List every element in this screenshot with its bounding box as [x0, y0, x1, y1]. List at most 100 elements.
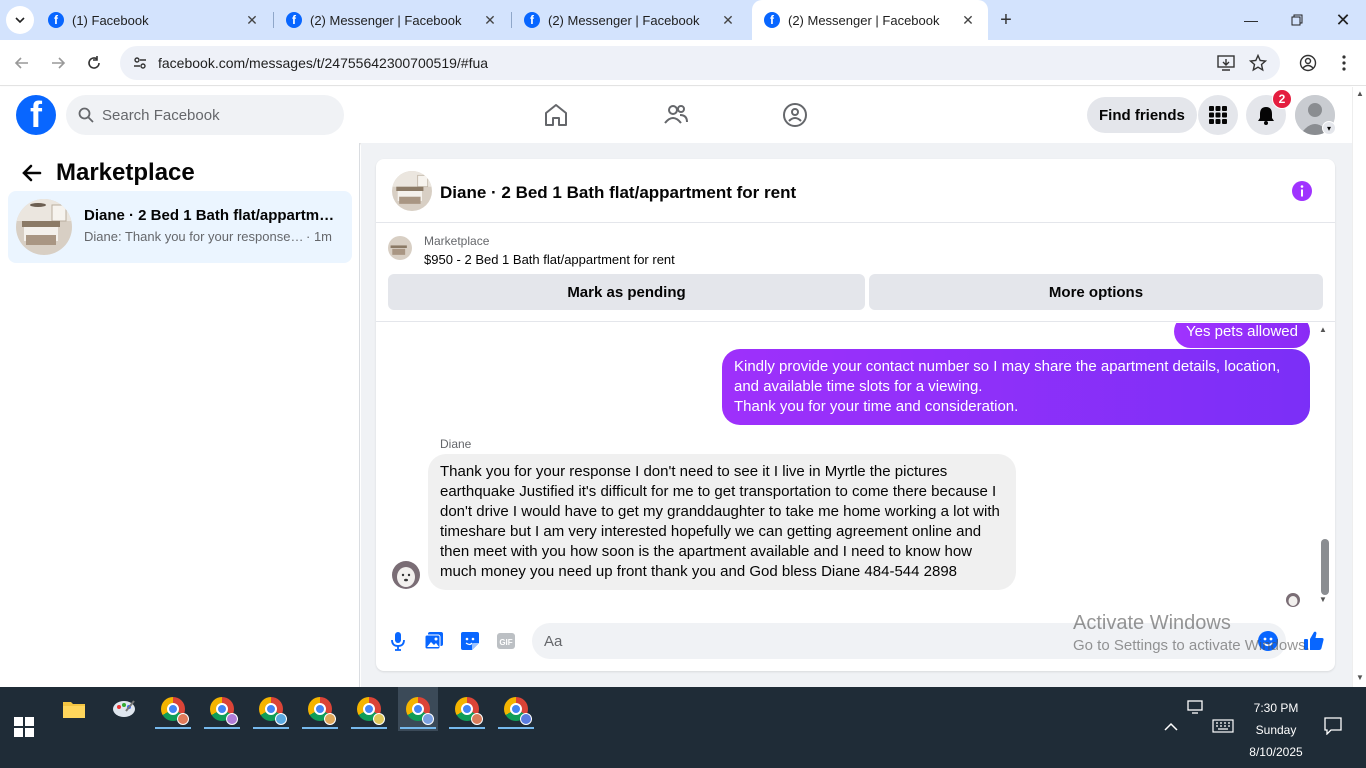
- address-bar[interactable]: facebook.com/messages/t/2475564230070051…: [120, 46, 1280, 80]
- chrome-profile-7-icon[interactable]: [447, 687, 487, 731]
- gif-button[interactable]: GIF: [494, 629, 518, 653]
- outgoing-message-bubble: Kindly provide your contact number so I …: [722, 349, 1310, 425]
- bookmark-star-icon[interactable]: [1246, 51, 1270, 75]
- notification-count-badge: 2: [1272, 89, 1292, 109]
- chat-listing-avatar[interactable]: [392, 171, 432, 211]
- url-text[interactable]: facebook.com/messages/t/2475564230070051…: [158, 55, 488, 71]
- back-arrow-button[interactable]: [16, 157, 48, 189]
- windows-taskbar: 7:30 PM Sunday 8/10/2025: [0, 687, 1366, 768]
- message-input-box[interactable]: [532, 623, 1286, 659]
- facebook-favicon-icon: f: [524, 12, 540, 28]
- conversation-name: Diane · 2 Bed 1 Bath flat/appartment for…: [84, 207, 342, 224]
- action-center-icon[interactable]: [1324, 717, 1342, 738]
- chat-header: Diane · 2 Bed 1 Bath flat/appartment for…: [376, 159, 1335, 223]
- chat-title[interactable]: Diane · 2 Bed 1 Bath flat/appartment for…: [440, 183, 796, 203]
- search-input[interactable]: [102, 106, 322, 124]
- bell-icon: [1258, 107, 1274, 125]
- browser-menu-icon[interactable]: [1332, 51, 1356, 75]
- close-tab-icon[interactable]: ✕: [482, 12, 498, 29]
- scroll-up-arrow-icon[interactable]: ▲: [1319, 325, 1327, 334]
- tab-title: (1) Facebook: [72, 12, 149, 28]
- sender-name: Diane: [440, 437, 472, 451]
- scroll-up-arrow-icon[interactable]: ▲: [1356, 89, 1364, 98]
- show-hidden-icons-chevron-icon[interactable]: [1164, 719, 1178, 735]
- voice-clip-button[interactable]: [386, 629, 410, 653]
- restore-icon: [1291, 14, 1303, 26]
- clock-date: 8/10/2025: [1249, 745, 1303, 759]
- message-scrollbar[interactable]: ▲ ▼: [1316, 323, 1330, 607]
- chrome-profile-1-icon[interactable]: [153, 687, 193, 731]
- reload-button[interactable]: [82, 51, 106, 75]
- scrollbar-thumb[interactable]: [1321, 539, 1329, 595]
- tab-title: (2) Messenger | Facebook: [788, 12, 940, 28]
- arrow-left-icon: [14, 57, 28, 69]
- facebook-favicon-icon: f: [286, 12, 302, 28]
- more-options-button[interactable]: More options: [869, 274, 1323, 310]
- browser-tab-strip: f (1) Facebook ✕ f (2) Messenger | Faceb…: [0, 0, 1366, 40]
- file-explorer-icon[interactable]: [54, 687, 94, 731]
- chrome-profile-8-icon[interactable]: [496, 687, 536, 731]
- scroll-down-arrow-icon[interactable]: ▼: [1319, 595, 1327, 604]
- message-input[interactable]: [544, 632, 1224, 650]
- browser-tab-1[interactable]: f (1) Facebook ✕: [36, 0, 272, 40]
- find-friends-button[interactable]: Find friends: [1087, 97, 1197, 133]
- friends-icon: [664, 105, 688, 124]
- conversation-item[interactable]: Diane · 2 Bed 1 Bath flat/appartment for…: [8, 191, 352, 263]
- paint-app-icon[interactable]: [104, 687, 144, 731]
- chrome-profile-3-icon[interactable]: [251, 687, 291, 731]
- close-tab-icon[interactable]: ✕: [960, 12, 976, 29]
- close-tab-icon[interactable]: ✕: [720, 12, 736, 29]
- sticker-button[interactable]: [458, 629, 482, 653]
- close-window-button[interactable]: ✕: [1320, 0, 1366, 40]
- new-tab-button[interactable]: +: [994, 8, 1018, 32]
- chat-panel: Diane · 2 Bed 1 Bath flat/appartment for…: [376, 159, 1335, 671]
- forward-button[interactable]: [46, 51, 70, 75]
- facebook-search[interactable]: [66, 95, 344, 135]
- attach-photo-button[interactable]: [422, 629, 446, 653]
- close-tab-icon[interactable]: ✕: [244, 12, 260, 29]
- browser-toolbar: facebook.com/messages/t/2475564230070051…: [0, 40, 1366, 86]
- restore-button[interactable]: [1274, 0, 1320, 40]
- like-button[interactable]: [1302, 629, 1326, 653]
- back-button[interactable]: [10, 51, 34, 75]
- groups-nav-button[interactable]: [779, 99, 811, 131]
- browser-tab-3[interactable]: f (2) Messenger | Facebook ✕: [512, 0, 748, 40]
- home-nav-button[interactable]: [540, 99, 572, 131]
- chrome-profile-2-icon[interactable]: [202, 687, 242, 731]
- sidebar-header: Marketplace: [16, 157, 195, 189]
- seen-receipt-avatar: [1286, 593, 1300, 607]
- touch-keyboard-icon[interactable]: [1212, 719, 1234, 736]
- sticker-icon: [461, 632, 479, 650]
- scroll-down-arrow-icon[interactable]: ▼: [1356, 673, 1364, 682]
- page-scrollbar[interactable]: ▲ ▼: [1352, 87, 1366, 687]
- windows-start-icon[interactable]: [14, 717, 34, 737]
- site-settings-icon[interactable]: [130, 53, 150, 73]
- chrome-profile-4-icon[interactable]: [300, 687, 340, 731]
- thumbs-up-icon: [1304, 631, 1324, 650]
- emoji-icon[interactable]: [1258, 631, 1278, 651]
- listing-thumbnail[interactable]: [388, 236, 412, 260]
- tab-search-button[interactable]: [6, 6, 34, 34]
- conversation-time: · 1m: [306, 229, 332, 244]
- facebook-favicon-icon: f: [764, 12, 780, 28]
- menu-button[interactable]: [1198, 95, 1238, 135]
- browser-tab-2[interactable]: f (2) Messenger | Facebook ✕: [274, 0, 510, 40]
- home-icon: [545, 104, 567, 126]
- minimize-button[interactable]: —: [1228, 0, 1274, 40]
- reload-icon: [88, 56, 100, 69]
- facebook-logo-icon[interactable]: f: [16, 95, 56, 135]
- network-icon[interactable]: [1186, 699, 1204, 718]
- chrome-profile-5-icon[interactable]: [349, 687, 389, 731]
- install-app-icon[interactable]: [1214, 51, 1238, 75]
- taskbar-clock[interactable]: 7:30 PM Sunday 8/10/2025: [1236, 697, 1316, 763]
- listing-title[interactable]: $950 - 2 Bed 1 Bath flat/appartment for …: [424, 252, 675, 267]
- chrome-profile-6-icon[interactable]: [398, 687, 438, 731]
- mark-as-pending-button[interactable]: Mark as pending: [388, 274, 865, 310]
- profile-icon[interactable]: [1296, 51, 1320, 75]
- friends-nav-button[interactable]: [660, 99, 692, 131]
- account-chevron-icon[interactable]: ▾: [1322, 121, 1336, 135]
- sender-avatar[interactable]: [392, 561, 420, 589]
- info-icon[interactable]: [1292, 181, 1312, 201]
- browser-tab-4-active[interactable]: f (2) Messenger | Facebook ✕: [752, 0, 988, 40]
- arrow-right-icon: [52, 57, 66, 69]
